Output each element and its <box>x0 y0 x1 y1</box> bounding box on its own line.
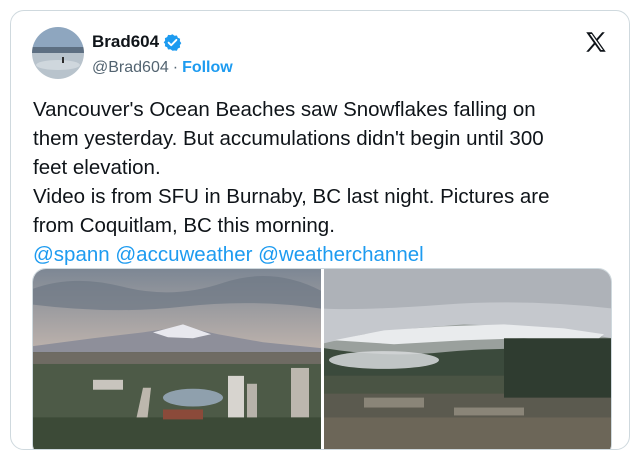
tweet-body: Vancouver's Ocean Beaches saw Snowflakes… <box>33 95 613 269</box>
avatar[interactable] <box>32 27 84 79</box>
snowy-forest-hills-photo[interactable] <box>324 269 611 449</box>
mentions-line: @spann @accuweather @weatherchannel <box>33 240 613 269</box>
tweet-header: Brad604 @Brad604 · Follow <box>11 11 629 91</box>
mention-spann[interactable]: @spann <box>33 243 110 266</box>
mention-weatherchannel[interactable]: @weatherchannel <box>258 243 424 266</box>
separator-dot: · <box>172 59 179 76</box>
follow-button[interactable]: Follow <box>182 59 233 77</box>
tweet-text-line: them yesterday. But accumulations didn't… <box>33 127 544 150</box>
author-names: Brad604 @Brad604 · Follow <box>92 31 233 79</box>
tweet-text-line: feet elevation. <box>33 156 161 179</box>
tweet-text-line: from Coquitlam, BC this morning. <box>33 214 335 237</box>
author-handle[interactable]: @Brad604 <box>92 59 169 77</box>
tweet-text-line: Video is from SFU in Burnaby, BC last ni… <box>33 185 550 208</box>
mention-accuweather[interactable]: @accuweather <box>115 243 252 266</box>
verified-badge-icon <box>163 33 182 52</box>
media-grid <box>32 268 612 449</box>
beach-avatar-icon <box>32 27 84 79</box>
city-snowy-mountains-photo[interactable] <box>33 269 321 449</box>
x-logo-icon[interactable] <box>583 29 609 55</box>
tweet-card[interactable]: Brad604 @Brad604 · Follow Vancouver's Oc… <box>10 10 630 450</box>
author-display-name[interactable]: Brad604 <box>92 32 159 52</box>
tweet-text-line: Vancouver's Ocean Beaches saw Snowflakes… <box>33 98 536 121</box>
